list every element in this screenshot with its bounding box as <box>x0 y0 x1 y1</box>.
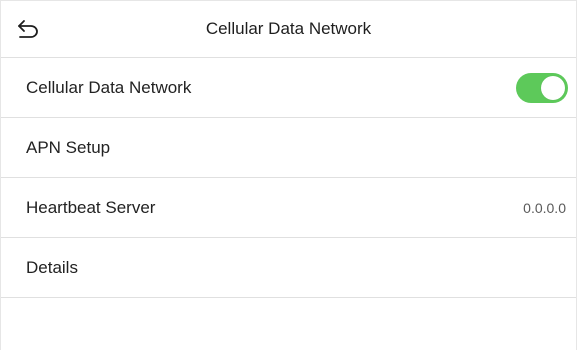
header-bar: Cellular Data Network <box>1 1 576 58</box>
row-heartbeat-server[interactable]: Heartbeat Server 0.0.0.0 <box>1 178 576 238</box>
cellular-data-toggle[interactable] <box>516 72 568 103</box>
toggle-knob <box>541 75 565 100</box>
row-label: Cellular Data Network <box>26 77 192 97</box>
row-details[interactable]: Details <box>1 238 576 298</box>
row-label: APN Setup <box>26 137 111 157</box>
row-label: Heartbeat Server <box>26 197 156 217</box>
back-arrow-icon <box>18 20 38 38</box>
screen: Cellular Data Network Cellular Data Netw… <box>0 0 577 350</box>
page-title: Cellular Data Network <box>205 19 372 38</box>
row-cellular-data-network[interactable]: Cellular Data Network <box>1 58 576 118</box>
empty-area <box>1 298 576 349</box>
row-apn-setup[interactable]: APN Setup <box>1 118 576 178</box>
row-label: Details <box>26 257 78 277</box>
heartbeat-server-value: 0.0.0.0 <box>523 199 566 216</box>
back-button[interactable] <box>13 16 43 42</box>
